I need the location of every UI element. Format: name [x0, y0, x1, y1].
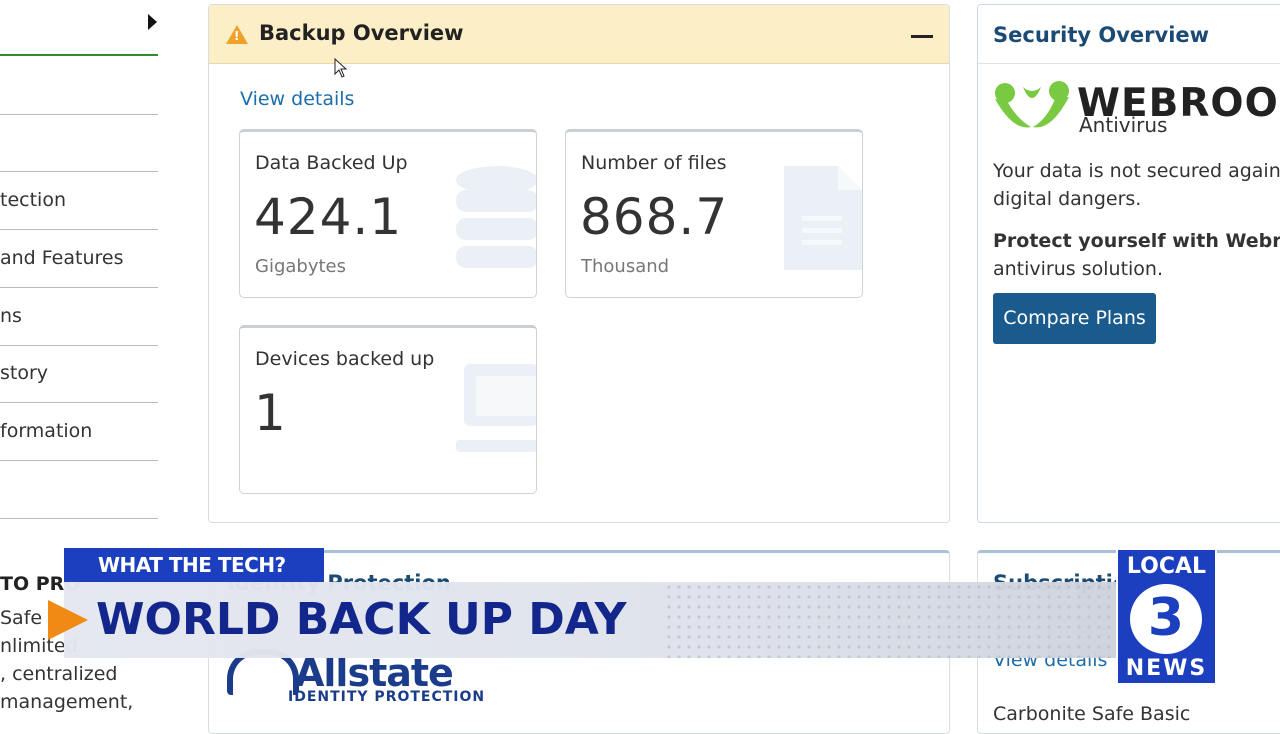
text-line: , centralized [0, 663, 118, 685]
laptop-icon [456, 364, 536, 452]
sidebar-item-features[interactable]: and Features [0, 230, 158, 288]
stat-unit: Thousand [581, 256, 670, 277]
compare-plans-button[interactable]: Compare Plans [993, 293, 1156, 344]
station-logo: LOCAL 3 NEWS [1116, 548, 1217, 685]
view-details-link[interactable]: View details [240, 88, 354, 110]
security-message: Your data is not secured agains digital … [993, 157, 1280, 213]
divider [978, 63, 1280, 64]
security-cta-text: Protect yourself with Webroo antivirus s… [993, 227, 1280, 283]
security-text-line: Your data is not secured agains [993, 160, 1280, 182]
stat-label: Data Backed Up [255, 152, 408, 174]
sidebar-item-protection[interactable]: tection [0, 172, 158, 230]
devices-backed-up-card: Devices backed up 1 [239, 325, 537, 494]
stat-value: 868.7 [580, 188, 729, 246]
sidebar-item-information[interactable]: formation [0, 403, 158, 461]
security-text-line: digital dangers. [993, 188, 1142, 210]
play-arrow-icon [48, 600, 88, 640]
active-indicator [0, 54, 158, 56]
sidebar-item-history[interactable]: story [0, 345, 158, 403]
segment-tag: WHAT THE TECH? [64, 548, 324, 582]
sidebar-item-plans[interactable]: ns [0, 288, 158, 346]
expand-arrow-icon[interactable] [148, 14, 157, 30]
backup-panel-header: ! Backup Overview [209, 5, 949, 64]
security-text-line: antivirus solution. [993, 258, 1164, 280]
warning-icon: ! [226, 25, 248, 44]
security-overview-panel: Security Overview WEBROO Antivirus Your … [977, 4, 1280, 523]
chyron-pattern [664, 582, 1116, 658]
left-sidebar: tection and Features ns story formation [0, 0, 158, 520]
security-cta-bold: Protect yourself with Webroo [993, 230, 1280, 252]
security-panel-title: Security Overview [993, 23, 1210, 47]
sidebar-item[interactable] [0, 114, 158, 172]
stat-value: 424.1 [254, 188, 403, 246]
allstate-subtitle: IDENTITY PROTECTION [288, 689, 486, 705]
station-number: 3 [1147, 588, 1185, 648]
webroot-subtitle: Antivirus [1079, 113, 1168, 137]
station-number-badge: 3 [1130, 584, 1202, 654]
data-backed-up-card: Data Backed Up 424.1 Gigabytes [239, 129, 537, 298]
mouse-cursor-icon [334, 58, 348, 78]
subscription-plan-name: Carbonite Safe Basic [993, 703, 1191, 725]
station-logo-bottom: NEWS [1125, 656, 1208, 681]
stat-unit: Gigabytes [255, 256, 346, 277]
chyron-headline: WORLD BACK UP DAY [96, 594, 627, 645]
backup-panel-title: Backup Overview [259, 21, 464, 45]
stat-label: Number of files [581, 152, 727, 174]
number-of-files-card: Number of files 868.7 Thousand [565, 129, 863, 298]
text-line: management, [0, 691, 134, 713]
database-icon [456, 166, 536, 268]
sidebar-item[interactable] [0, 57, 158, 115]
stat-label: Devices backed up [255, 348, 435, 370]
stat-value: 1 [254, 384, 287, 442]
collapse-icon[interactable] [911, 35, 933, 38]
webroot-logo-icon [995, 81, 1069, 128]
station-logo-top: LOCAL [1126, 554, 1207, 579]
file-icon [784, 166, 862, 270]
sidebar-item[interactable] [0, 461, 158, 519]
